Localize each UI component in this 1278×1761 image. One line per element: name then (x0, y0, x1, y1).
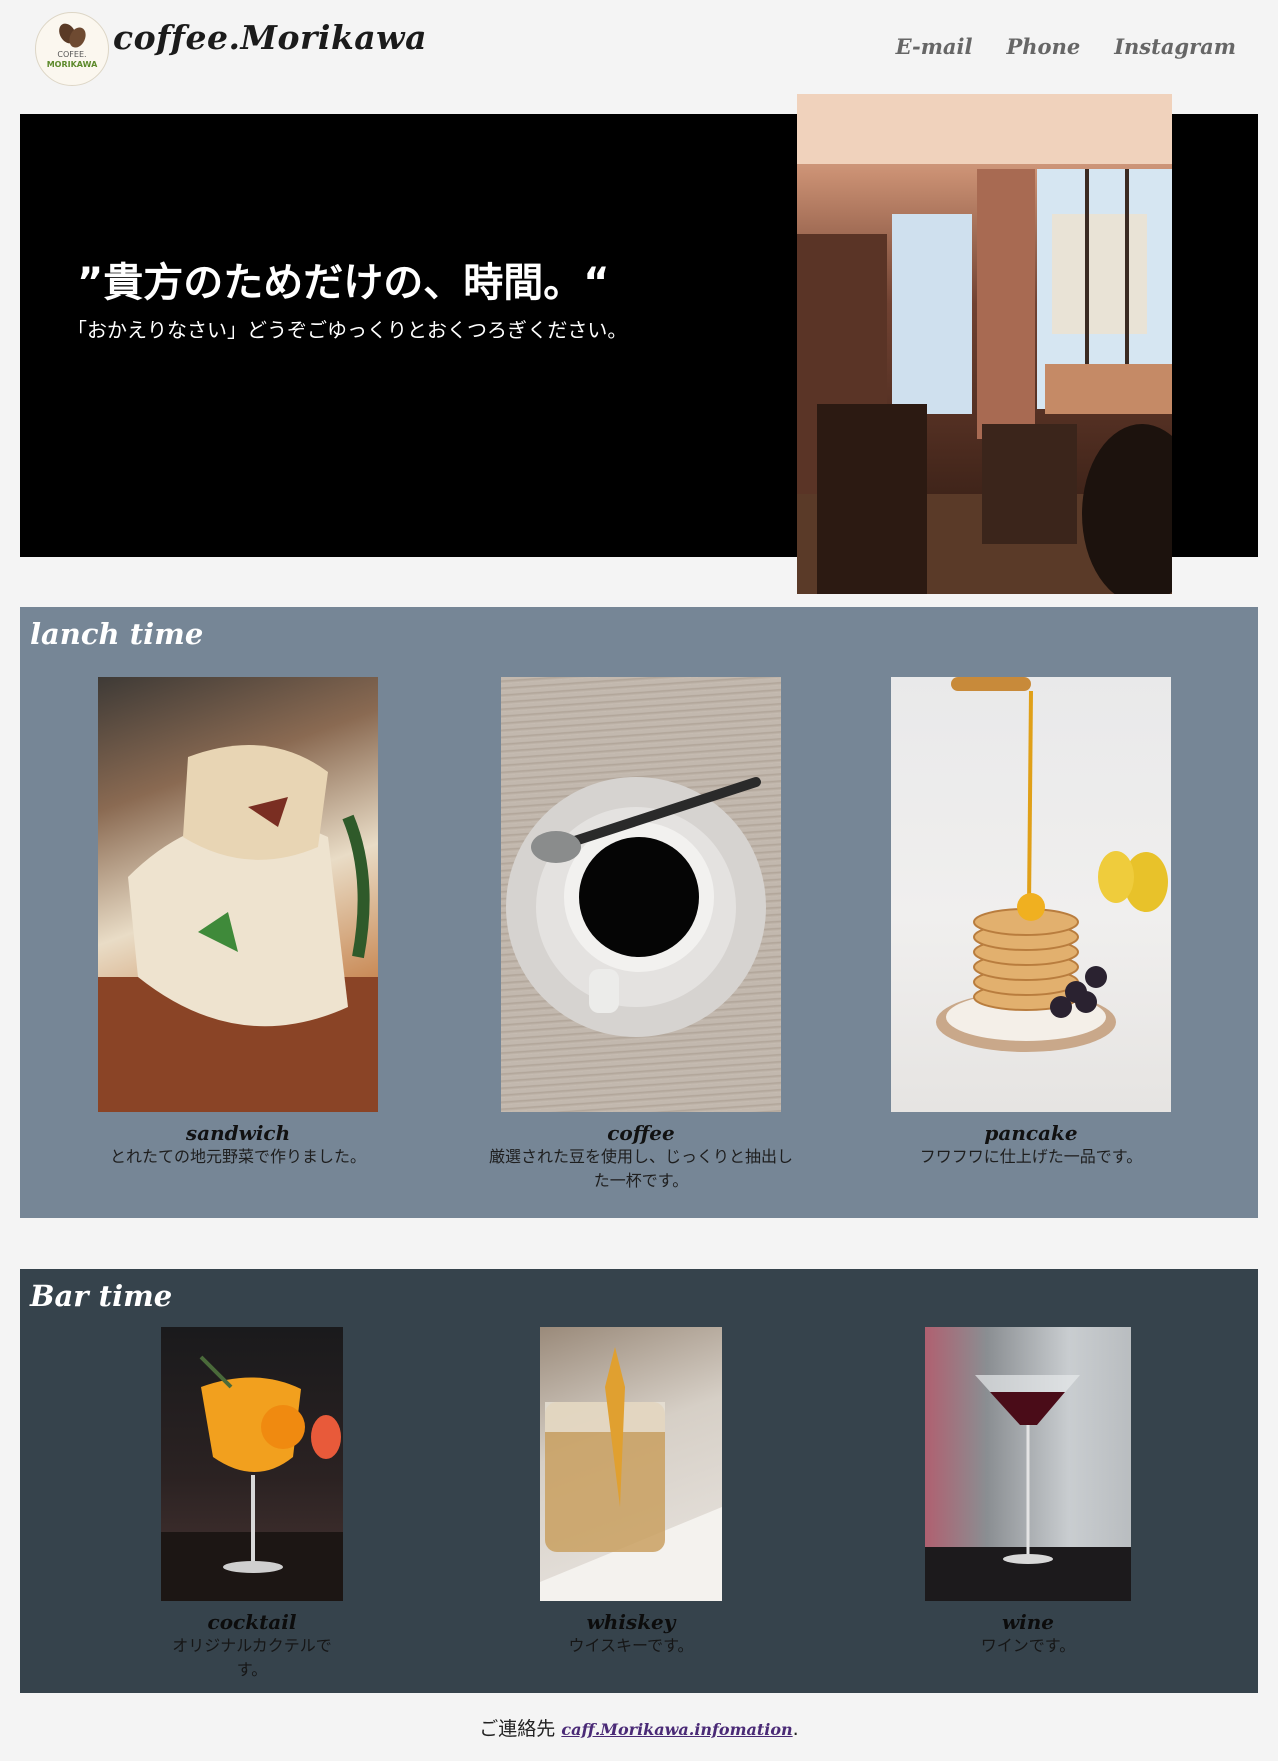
menu-card-wine: wine ワインです。 (925, 1327, 1131, 1658)
footer-contact-link[interactable]: caff.Morikawa.infomation (561, 1720, 792, 1739)
menu-item-description: オリジナルカクテルです。 (172, 1636, 332, 1679)
menu-item-description: ワインです。 (980, 1636, 1076, 1655)
sandwich-photo (98, 677, 378, 1112)
pancake-photo (891, 677, 1171, 1112)
pancake-illustration (936, 677, 1168, 1052)
cafe-interior-photo (797, 94, 1172, 594)
menu-card-coffee: coffee 厳選された豆を使用し、じっくりと抽出した一杯です。 (486, 677, 796, 1193)
footer-prefix: ご連絡先 (479, 1718, 562, 1740)
nav-email-link[interactable]: E-mail (896, 34, 973, 59)
menu-card-cocktail: cocktail オリジナルカクテルです。 (161, 1327, 343, 1682)
cocktail-photo (161, 1327, 343, 1601)
menu-item-description: フワフワに仕上げた一品です。 (919, 1147, 1143, 1166)
hero-subtitle: 「おかえりなさい」どうぞごゆっくりとおくつろぎください。 (67, 318, 628, 342)
nav-phone-link[interactable]: Phone (1007, 34, 1081, 59)
menu-item-name: pancake (984, 1121, 1078, 1145)
menu-card-sandwich: sandwich とれたての地元野菜で作りました。 (98, 677, 378, 1169)
menu-item-name: whiskey (586, 1610, 676, 1634)
menu-item-description: ウイスキーです。 (568, 1636, 694, 1655)
menu-item-name: cocktail (207, 1610, 297, 1634)
whiskey-photo (540, 1327, 722, 1601)
section-title: lanch time (30, 617, 204, 651)
menu-item-description: 厳選された豆を使用し、じっくりと抽出した一杯です。 (488, 1147, 793, 1190)
bar-section: Bar time cocktail オリジナルカクテルです。 whiskey ウ… (20, 1269, 1258, 1693)
menu-card-pancake: pancake フワフワに仕上げた一品です。 (891, 677, 1171, 1169)
wine-illustration (925, 1375, 1131, 1601)
cafe-logo[interactable]: COFEE. MORIKAWA (35, 12, 109, 86)
logo-text: COFEE. (57, 50, 87, 59)
wine-photo (925, 1327, 1131, 1601)
menu-item-description: とれたての地元野菜で作りました。 (109, 1147, 366, 1166)
menu-item-name: coffee (607, 1121, 675, 1145)
logo-text: MORIKAWA (46, 60, 98, 69)
sandwich-illustration (98, 745, 378, 1112)
menu-item-name: sandwich (185, 1121, 291, 1145)
site-footer: ご連絡先 caff.Morikawa.infomation. (0, 1693, 1278, 1761)
site-title: coffee.Morikawa (113, 18, 427, 57)
footer-suffix: . (792, 1718, 799, 1740)
menu-card-whiskey: whiskey ウイスキーです。 (540, 1327, 722, 1658)
section-title: Bar time (30, 1279, 173, 1313)
hero-title: ”貴方のためだけの、時間。“ (77, 260, 610, 306)
nav-instagram-link[interactable]: Instagram (1114, 34, 1236, 59)
coffee-illustration (506, 777, 766, 1037)
footer-contact: ご連絡先 caff.Morikawa.infomation. (0, 1714, 1278, 1741)
cafe-interior-illustration (797, 94, 1172, 594)
lunch-section: lanch time sandwich とれたての地元野菜で作りました。 cof… (20, 607, 1258, 1218)
whiskey-illustration (540, 1347, 722, 1601)
coffee-photo (501, 677, 781, 1112)
header-nav: E-mail Phone Instagram (896, 34, 1236, 59)
cocktail-illustration (161, 1355, 343, 1601)
menu-item-name: wine (1001, 1610, 1055, 1634)
